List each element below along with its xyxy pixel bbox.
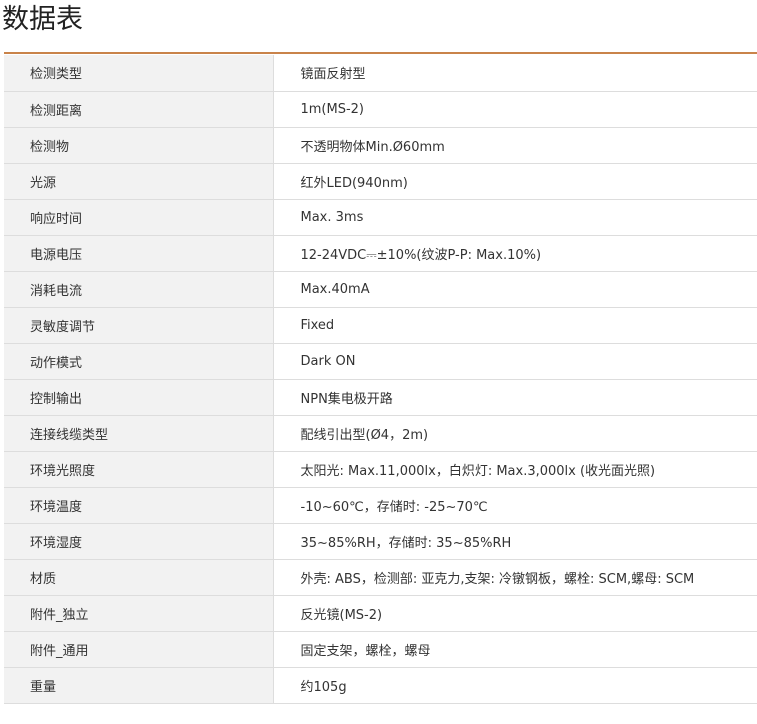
spec-value: 镜面反射型 [273, 55, 757, 92]
table-row: 控制输出 NPN集电极开路 [4, 379, 757, 416]
table-row: 光源 红外LED(940nm) [4, 163, 757, 200]
spec-label: 检测距离 [4, 91, 274, 128]
spec-value: Max.40mA [273, 271, 757, 308]
spec-value: 外壳: ABS，检测部: 亚克力,支架: 冷镦钢板，螺栓: SCM,螺母: SC… [273, 559, 757, 596]
spec-label: 环境湿度 [4, 523, 274, 560]
table-row: 消耗电流 Max.40mA [4, 271, 757, 308]
spec-value: 红外LED(940nm) [273, 163, 757, 200]
spec-label: 消耗电流 [4, 271, 274, 308]
table-row: 灵敏度调节 Fixed [4, 307, 757, 344]
spec-value: 12-24VDC⎓±10%(纹波P-P: Max.10%) [273, 235, 757, 272]
table-row: 附件_独立 反光镜(MS-2) [4, 595, 757, 632]
spec-value: 固定支架，螺栓，螺母 [273, 631, 757, 668]
table-row: 检测物 不透明物体Min.Ø60mm [4, 127, 757, 164]
spec-label: 响应时间 [4, 199, 274, 236]
spec-label: 光源 [4, 163, 274, 200]
table-row: 环境温度 -10~60℃，存储时: -25~70℃ [4, 487, 757, 524]
table-row: 检测类型 镜面反射型 [4, 55, 757, 92]
spec-value: 反光镜(MS-2) [273, 595, 757, 632]
spec-value: -10~60℃，存储时: -25~70℃ [273, 487, 757, 524]
spec-label: 检测物 [4, 127, 274, 164]
datasheet-page: 数据表 检测类型 镜面反射型 检测距离 1m(MS-2) 检测物 不透明物体Min.Ø… [0, 0, 757, 724]
spec-value: 35~85%RH，存储时: 35~85%RH [273, 523, 757, 560]
spec-table: 检测类型 镜面反射型 检测距离 1m(MS-2) 检测物 不透明物体Min.Ø60mm… [4, 55, 757, 704]
spec-value: Dark ON [273, 343, 757, 380]
page-title: 数据表 [2, 4, 83, 35]
table-row: 连接线缆类型 配线引出型(Ø4，2m) [4, 415, 757, 452]
spec-label: 附件_通用 [4, 631, 274, 668]
spec-label: 环境光照度 [4, 451, 274, 488]
spec-value: NPN集电极开路 [273, 379, 757, 416]
spec-label: 控制输出 [4, 379, 274, 416]
spec-label: 附件_独立 [4, 595, 274, 632]
spec-label: 连接线缆类型 [4, 415, 274, 452]
table-row: 响应时间 Max. 3ms [4, 199, 757, 236]
spec-label: 材质 [4, 559, 274, 596]
table-row: 检测距离 1m(MS-2) [4, 91, 757, 128]
spec-label: 灵敏度调节 [4, 307, 274, 344]
table-row: 环境湿度 35~85%RH，存储时: 35~85%RH [4, 523, 757, 560]
spec-value: Max. 3ms [273, 199, 757, 236]
spec-value: 配线引出型(Ø4，2m) [273, 415, 757, 452]
title-divider [4, 52, 757, 54]
spec-label: 环境温度 [4, 487, 274, 524]
table-row: 动作模式 Dark ON [4, 343, 757, 380]
spec-value: 1m(MS-2) [273, 91, 757, 128]
table-row: 附件_通用 固定支架，螺栓，螺母 [4, 631, 757, 668]
table-row: 电源电压 12-24VDC⎓±10%(纹波P-P: Max.10%) [4, 235, 757, 272]
spec-label: 电源电压 [4, 235, 274, 272]
spec-label: 重量 [4, 667, 274, 704]
spec-label: 检测类型 [4, 55, 274, 92]
spec-value: 约105g [273, 667, 757, 704]
spec-value: 太阳光: Max.11,000lx，白炽灯: Max.3,000lx (收光面光… [273, 451, 757, 488]
table-row: 环境光照度 太阳光: Max.11,000lx，白炽灯: Max.3,000lx … [4, 451, 757, 488]
spec-value: Fixed [273, 307, 757, 344]
table-row: 重量 约105g [4, 667, 757, 704]
spec-table-body: 检测类型 镜面反射型 检测距离 1m(MS-2) 检测物 不透明物体Min.Ø60mm… [4, 55, 757, 704]
spec-value: 不透明物体Min.Ø60mm [273, 127, 757, 164]
table-row: 材质 外壳: ABS，检测部: 亚克力,支架: 冷镦钢板，螺栓: SCM,螺母: … [4, 559, 757, 596]
spec-label: 动作模式 [4, 343, 274, 380]
